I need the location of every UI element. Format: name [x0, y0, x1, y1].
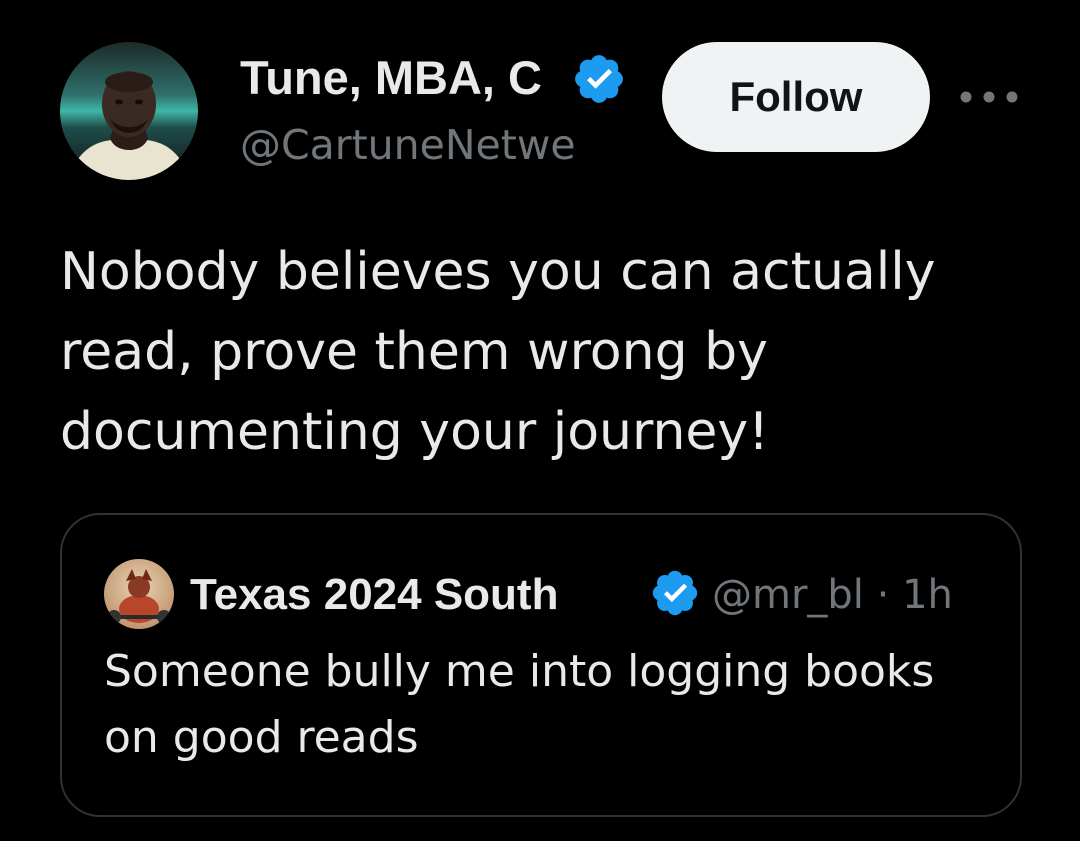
author-display-name[interactable]: Tune, MBA, C: [240, 50, 570, 106]
author-avatar[interactable]: [60, 42, 198, 180]
quoted-author-avatar[interactable]: [104, 559, 174, 629]
follow-button[interactable]: Follow: [662, 42, 930, 152]
quoted-author-display-name[interactable]: Texas 2024 South: [190, 567, 650, 623]
verified-badge-icon: [649, 567, 701, 619]
quoted-timestamp: · 1h: [863, 572, 953, 618]
quoted-author-handle[interactable]: @mr_bl: [712, 572, 864, 618]
author-handle[interactable]: @CartuneNetwe: [240, 118, 635, 172]
quoted-tweet-text: Someone bully me into logging books on g…: [104, 646, 935, 763]
quoted-tweet-card[interactable]: Texas 2024 South @mr_bl · 1h Someone bul…: [60, 513, 1022, 817]
verified-badge-icon: [571, 51, 627, 107]
more-horizontal-icon: [960, 91, 1018, 103]
author-avatar-image: [60, 42, 198, 180]
tweet-text: Nobody believes you can actually read, p…: [60, 242, 936, 462]
quoted-author-meta: @mr_bl · 1h: [712, 567, 953, 623]
quoted-author-avatar-image: [104, 559, 174, 629]
more-options-button[interactable]: [958, 80, 1020, 114]
